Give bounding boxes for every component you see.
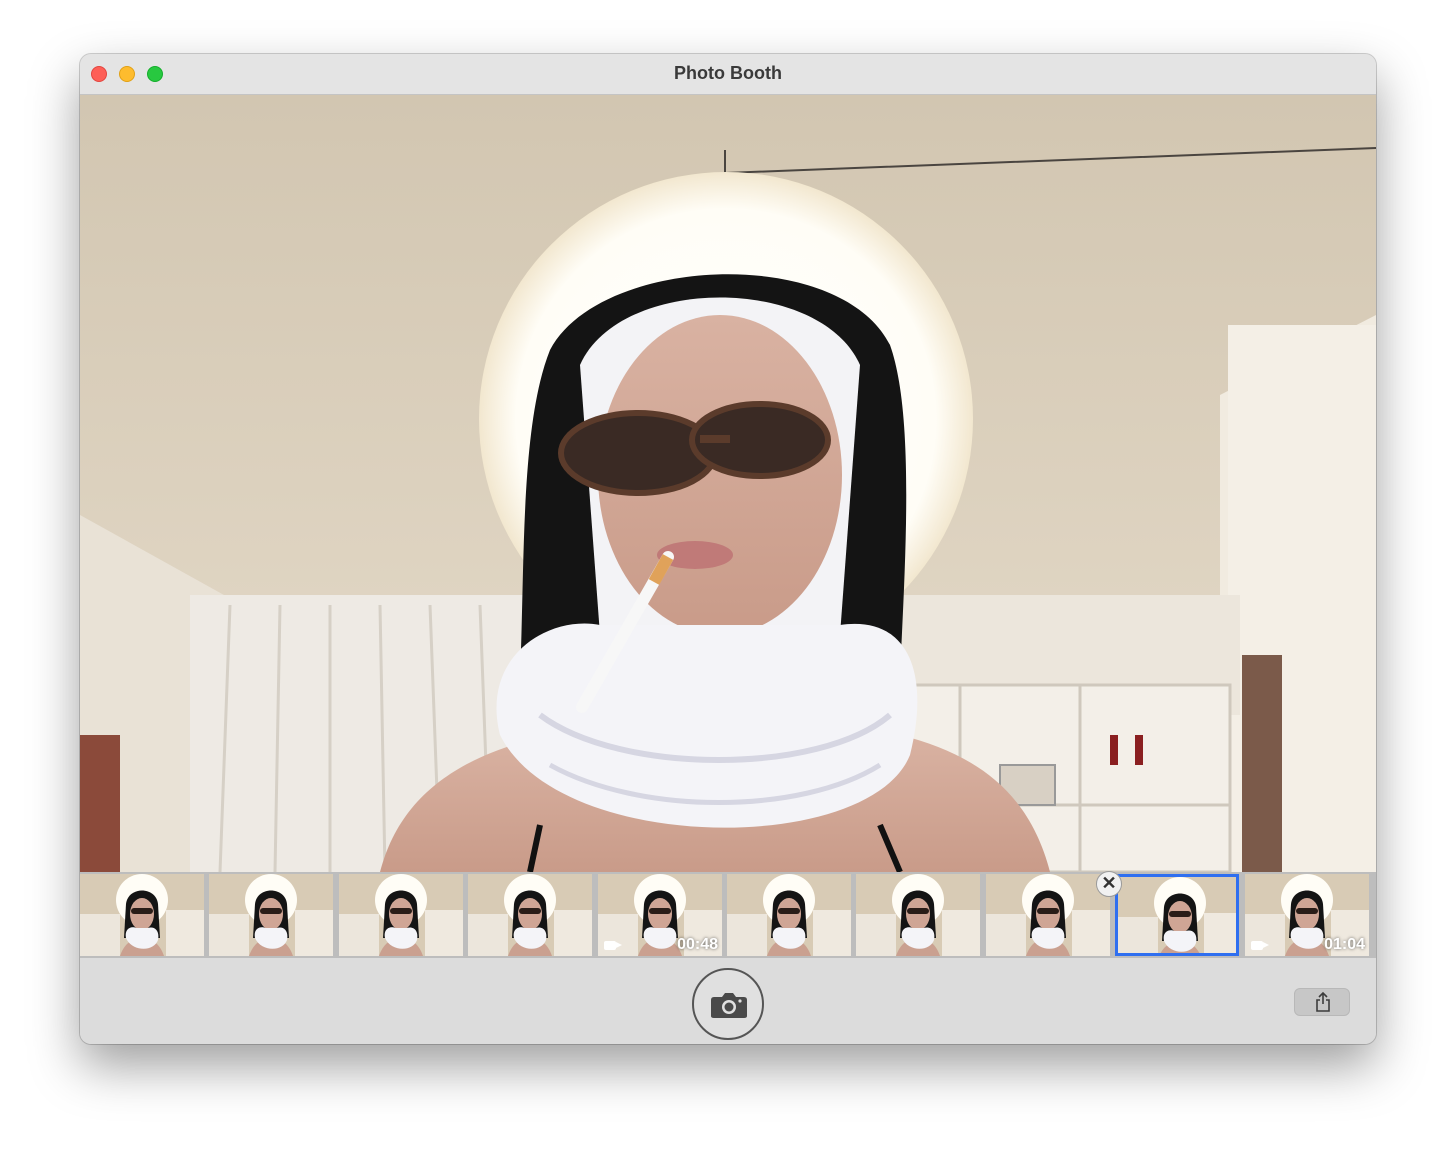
delete-photo-button[interactable]: ✕ [1096,871,1122,897]
share-icon [1316,992,1330,1012]
bottom-toolbar [80,958,1376,1044]
share-button[interactable] [1294,988,1350,1016]
video-duration: 01:04 [1324,936,1365,953]
photo-thumbnail[interactable] [209,874,333,956]
close-icon: ✕ [1101,873,1117,893]
photo-thumbnail[interactable] [468,874,592,956]
photo-thumbnail[interactable] [856,874,980,956]
window-title: Photo Booth [674,63,782,83]
photo-thumbnail[interactable] [986,874,1110,956]
photo-strip: 00:48 01:04 [80,872,1376,958]
video-camera-icon [604,941,622,950]
photo-booth-window: Photo Booth 00:48 01:04 ✕ [80,54,1376,1044]
video-thumbnail[interactable]: 01:04 [1245,874,1369,956]
photo-thumbnail[interactable] [727,874,851,956]
video-thumbnail[interactable]: 00:48 [598,874,722,956]
photo-thumbnail[interactable] [80,874,204,956]
camera-icon [711,993,747,1018]
photo-thumbnail[interactable] [1115,874,1239,956]
photo-thumbnail[interactable] [339,874,463,956]
video-camera-icon [1251,941,1269,950]
take-photo-button[interactable] [692,968,764,1040]
video-duration: 00:48 [677,936,718,953]
camera-preview [80,95,1376,872]
title-bar: Photo Booth [80,54,1376,95]
